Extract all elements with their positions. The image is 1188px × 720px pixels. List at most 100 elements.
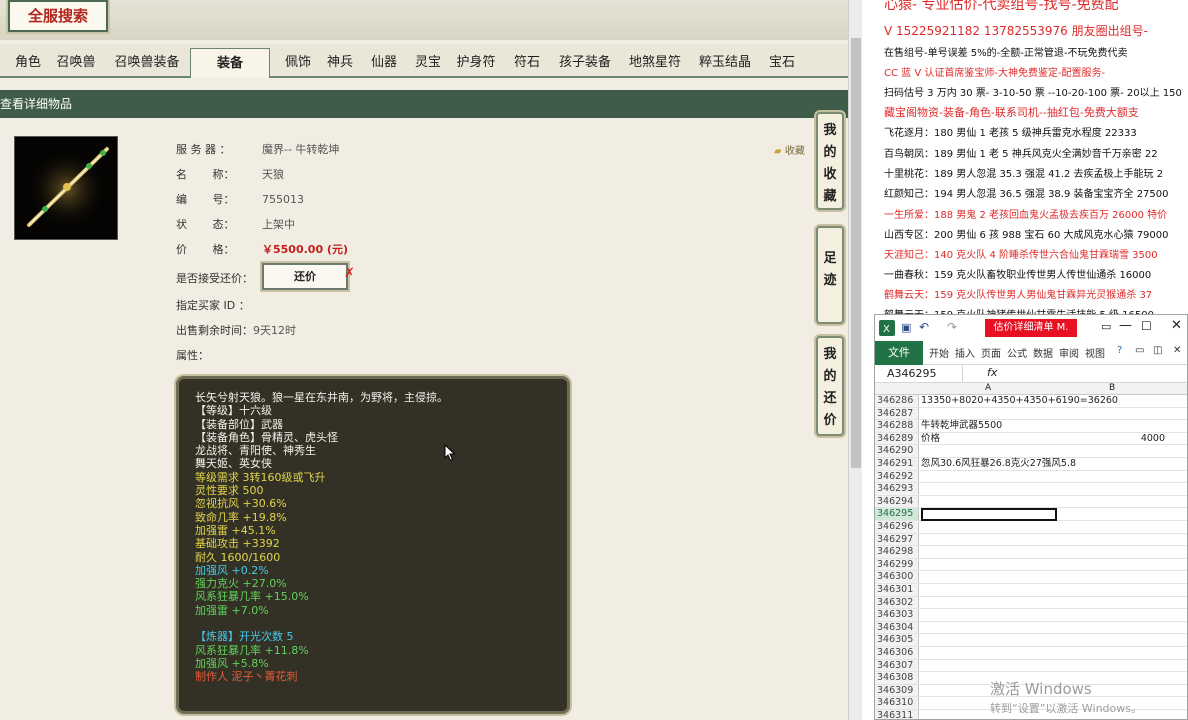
close-window-icon[interactable]: ✕ xyxy=(1171,318,1182,333)
ribbon-minimize-icon[interactable]: ▭ xyxy=(1135,345,1144,356)
tab-item[interactable]: 宝石 xyxy=(764,48,800,78)
table-row: 346296 xyxy=(875,521,1187,534)
ad-text-line: 心猿- 专业估价-代卖组号-找号-免费配 xyxy=(884,0,1119,13)
row-header[interactable]: 346289 xyxy=(875,432,919,445)
tab-insert[interactable]: 插入 xyxy=(955,345,975,360)
cell-b[interactable]: 4000 xyxy=(1057,433,1169,446)
tab-item[interactable]: 灵宝 xyxy=(410,48,446,78)
row-header[interactable]: 346296 xyxy=(875,521,919,533)
ad-text-line: 鹤舞云天：159 克火队传世男人男仙鬼甘霖异光灵猴通杀 37 xyxy=(884,290,1153,301)
column-b-header[interactable]: B xyxy=(1109,383,1115,393)
row-header[interactable]: 346297 xyxy=(875,533,919,546)
ribbon-display-icon[interactable]: ▭ xyxy=(1101,320,1111,333)
redo-icon[interactable]: ↷ xyxy=(947,320,957,334)
help-icon[interactable]: ? xyxy=(1117,345,1122,356)
my-favorites-button[interactable]: 我的收藏 xyxy=(816,112,844,210)
column-headers: A B xyxy=(875,383,1187,395)
tab-item[interactable]: 仙器 xyxy=(366,48,402,78)
save-icon[interactable]: ▣ xyxy=(901,321,911,334)
cell-a[interactable]: 忽风30.6风狂暴26.8克火27强风5.8 xyxy=(921,458,1076,471)
ad-text-line: V 15225921182 13782553976 朋友圈出组号- xyxy=(884,24,1148,38)
attribute-line: 舞天姬、英女侠 xyxy=(195,457,272,471)
vertical-scrollbar[interactable] xyxy=(848,0,862,720)
category-tabs: 角色 召唤兽 召唤兽装备 装备 佩饰 神兵 仙器 灵宝 护身符 符石 孩子装备 地煞星符 粹玉结晶 宝石 xyxy=(0,44,848,78)
attribute-line xyxy=(195,617,557,630)
tab-item[interactable]: 护身符 xyxy=(452,48,500,78)
row-header[interactable]: 346294 xyxy=(875,495,919,508)
game-window: 全服搜索 角色 召唤兽 召唤兽装备 装备 佩饰 神兵 仙器 灵宝 护身符 符石 孩子装备 地煞星符 粹玉… xyxy=(0,0,848,720)
table-row: 346291 忽风30.6风狂暴26.8克火27强风5.8 xyxy=(875,458,1187,471)
cell-a[interactable]: 13350+8020+4350+4350+6190=36260 xyxy=(921,395,1118,408)
row-header[interactable]: 346309 xyxy=(875,684,919,697)
maximize-icon[interactable]: ☐ xyxy=(1141,319,1152,333)
attribute-line: 灵性要求 500 xyxy=(195,484,264,498)
cell-a[interactable]: 牛转乾坤武器5500 xyxy=(921,420,1057,433)
my-counter-offers-button[interactable]: 我的还价 xyxy=(816,336,844,436)
fx-icon[interactable]: fx xyxy=(987,366,997,379)
tab-item[interactable]: 孩子装备 xyxy=(554,48,616,78)
undo-icon[interactable]: ↶ xyxy=(919,320,929,334)
tab-view[interactable]: 视图 xyxy=(1085,345,1105,360)
cell-a[interactable] xyxy=(921,508,1057,521)
row-header[interactable]: 346308 xyxy=(875,672,919,684)
name-box[interactable]: A346295 xyxy=(877,365,963,382)
tab-item[interactable]: 符石 xyxy=(508,48,546,78)
row-header[interactable]: 346286 xyxy=(875,395,919,407)
row-header[interactable]: 346295 xyxy=(875,508,919,520)
tab-page[interactable]: 页面 xyxy=(981,345,1001,360)
attribute-line: 强力克火 +27.0% xyxy=(195,577,287,591)
ad-text-line: 飞花逐月：180 男仙 1 老孩 5 级神兵雷克水程度 22333 xyxy=(884,128,1137,139)
row-header[interactable]: 346304 xyxy=(875,621,919,634)
tab-item[interactable]: 召唤兽 xyxy=(54,48,98,78)
file-tab[interactable]: 文件 xyxy=(875,341,923,365)
attribute-line: 基础攻击 +3392 xyxy=(195,537,280,551)
tab-item[interactable]: 粹玉结晶 xyxy=(694,48,756,78)
row-header[interactable]: 346310 xyxy=(875,697,919,709)
tab-data[interactable]: 数据 xyxy=(1033,345,1053,360)
row-header[interactable]: 346288 xyxy=(875,420,919,432)
scrollbar-thumb[interactable] xyxy=(851,38,861,468)
row-header[interactable]: 346287 xyxy=(875,407,919,420)
excel-window: X ▣ ↶ ↷ 估价详细清单 M. ▭ — ☐ ✕ 文件 开始 插入 页面 公式… xyxy=(874,314,1188,720)
footprint-button[interactable]: 足迹 xyxy=(816,226,844,324)
row-header[interactable]: 346303 xyxy=(875,609,919,621)
global-search-logo[interactable]: 全服搜索 xyxy=(8,0,108,32)
row-header[interactable]: 346292 xyxy=(875,470,919,483)
row-header[interactable]: 346290 xyxy=(875,445,919,457)
attribute-line: 长矢兮射天狼。狼一星在东井南，为野将，主侵掠。 xyxy=(195,391,448,404)
ribbon-restore-icon[interactable]: ◫ xyxy=(1153,345,1162,356)
row-header[interactable]: 346305 xyxy=(875,634,919,646)
cell-a[interactable]: 价格 xyxy=(921,433,1057,446)
collect-link[interactable]: ▰ 收藏 xyxy=(774,142,805,157)
tab-home[interactable]: 开始 xyxy=(929,345,949,360)
table-row: 346293 xyxy=(875,483,1187,496)
tab-item[interactable]: 召唤兽装备 xyxy=(110,48,184,78)
tab-item[interactable]: 神兵 xyxy=(322,48,358,78)
counter-offer-button[interactable]: 还价 xyxy=(262,263,348,290)
tab-item[interactable]: 角色 xyxy=(10,48,46,78)
row-header[interactable]: 346302 xyxy=(875,596,919,609)
row-header[interactable]: 346300 xyxy=(875,571,919,583)
tab-item[interactable]: 装备 xyxy=(190,48,270,78)
row-header[interactable]: 346301 xyxy=(875,584,919,596)
ribbon-close-icon[interactable]: ✕ xyxy=(1173,345,1181,356)
row-header[interactable]: 346293 xyxy=(875,483,919,495)
row-header[interactable]: 346298 xyxy=(875,546,919,558)
column-a-header[interactable]: A xyxy=(985,383,991,393)
tab-item[interactable]: 佩饰 xyxy=(280,48,316,78)
row-header[interactable]: 346311 xyxy=(875,710,919,719)
tab-item[interactable]: 地煞星符 xyxy=(624,48,686,78)
spreadsheet-grid[interactable]: A B 346286 13350+8020+4350+4350+6190=3626… xyxy=(875,383,1187,719)
attribute-line: 耐久 1600/1600 xyxy=(195,550,281,564)
tab-formulas[interactable]: 公式 xyxy=(1007,345,1027,360)
row-header[interactable]: 346307 xyxy=(875,659,919,672)
row-header[interactable]: 346299 xyxy=(875,558,919,571)
table-row: 346299 xyxy=(875,558,1187,572)
row-header[interactable]: 346291 xyxy=(875,458,919,470)
tab-review[interactable]: 审阅 xyxy=(1059,345,1079,360)
minimize-icon[interactable]: — xyxy=(1119,318,1132,333)
item-image xyxy=(14,136,118,240)
row-header[interactable]: 346306 xyxy=(875,647,919,659)
attribute-line: 加强雷 +7.0% xyxy=(195,603,269,617)
status-row: 状 态： 上架中 xyxy=(176,218,295,231)
